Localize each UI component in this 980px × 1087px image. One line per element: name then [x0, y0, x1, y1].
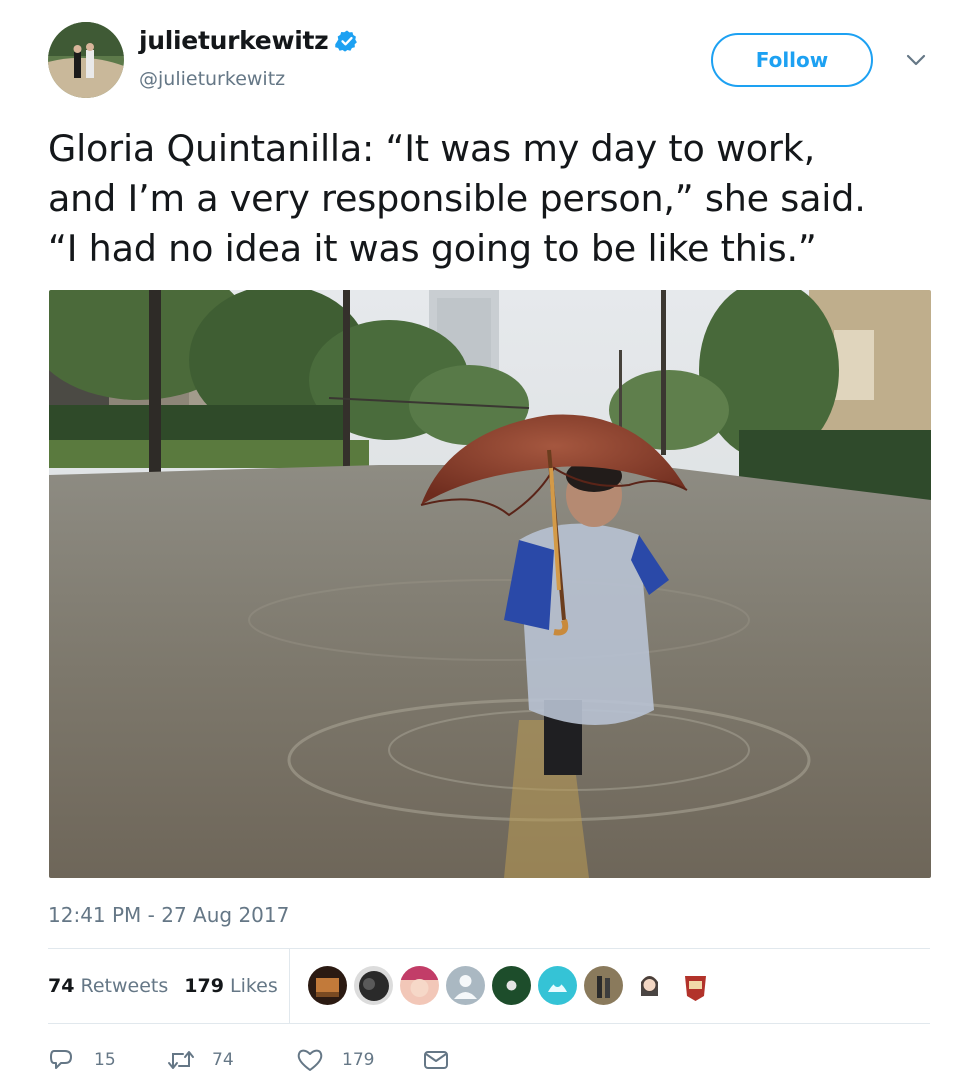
retweet-icon[interactable] — [166, 1047, 196, 1073]
tweet-text-line: Gloria Quintanilla: “It was my day to wo… — [48, 127, 816, 170]
tweet-text-line: “I had no idea it was going to be like t… — [48, 227, 817, 270]
liker-avatar[interactable] — [538, 966, 577, 1005]
tweet-text: Gloria Quintanilla: “It was my day to wo… — [48, 124, 948, 274]
liker-avatar[interactable] — [630, 966, 669, 1005]
reply-icon[interactable] — [48, 1047, 74, 1073]
likes-count: 179 — [184, 975, 224, 997]
retweets-label: Retweets — [80, 975, 169, 997]
stats-divider — [289, 949, 290, 1023]
tweet-timestamp[interactable]: 12:41 PM - 27 Aug 2017 — [48, 903, 289, 927]
liker-avatar[interactable] — [492, 966, 531, 1005]
liker-avatar[interactable] — [308, 966, 347, 1005]
liker-avatars — [308, 966, 715, 1005]
tweet-photo[interactable] — [49, 290, 931, 878]
likes-stat[interactable]: 179 Likes — [184, 975, 278, 997]
tweet-actions: 15 74 179 — [48, 1043, 450, 1077]
liker-avatar[interactable] — [400, 966, 439, 1005]
divider — [48, 948, 930, 949]
retweets-stat[interactable]: 74 Retweets — [48, 975, 168, 997]
retweets-count: 74 — [48, 975, 75, 997]
tweet-text-line: and I’m a very responsible person,” she … — [48, 177, 866, 220]
divider — [48, 1023, 930, 1024]
liker-avatar[interactable] — [584, 966, 623, 1005]
reply-count: 15 — [94, 1050, 116, 1070]
follow-button[interactable]: Follow — [711, 33, 873, 87]
avatar[interactable] — [48, 22, 124, 98]
heart-icon[interactable] — [296, 1047, 324, 1073]
like-count: 179 — [342, 1050, 375, 1070]
retweet-count: 74 — [212, 1050, 234, 1070]
flooded-street-photo — [49, 290, 931, 878]
like-action[interactable]: 179 — [296, 1047, 422, 1073]
liker-avatar[interactable] — [354, 966, 393, 1005]
likes-label: Likes — [229, 975, 278, 997]
verified-badge-icon — [335, 30, 358, 52]
display-name-text[interactable]: julieturkewitz — [139, 26, 329, 55]
profile-photo-icon — [48, 22, 124, 98]
display-name[interactable]: julieturkewitz — [139, 26, 359, 55]
retweet-action[interactable]: 74 — [166, 1047, 296, 1073]
liker-avatar[interactable] — [676, 966, 715, 1005]
reply-action[interactable]: 15 — [48, 1047, 166, 1073]
liker-avatar[interactable] — [446, 966, 485, 1005]
direct-message-action[interactable] — [422, 1048, 450, 1072]
envelope-icon[interactable] — [422, 1048, 450, 1072]
tweet-stats: 74 Retweets 179 Likes — [48, 975, 278, 997]
chevron-down-icon[interactable] — [905, 52, 927, 68]
user-handle[interactable]: @julieturkewitz — [139, 68, 285, 90]
